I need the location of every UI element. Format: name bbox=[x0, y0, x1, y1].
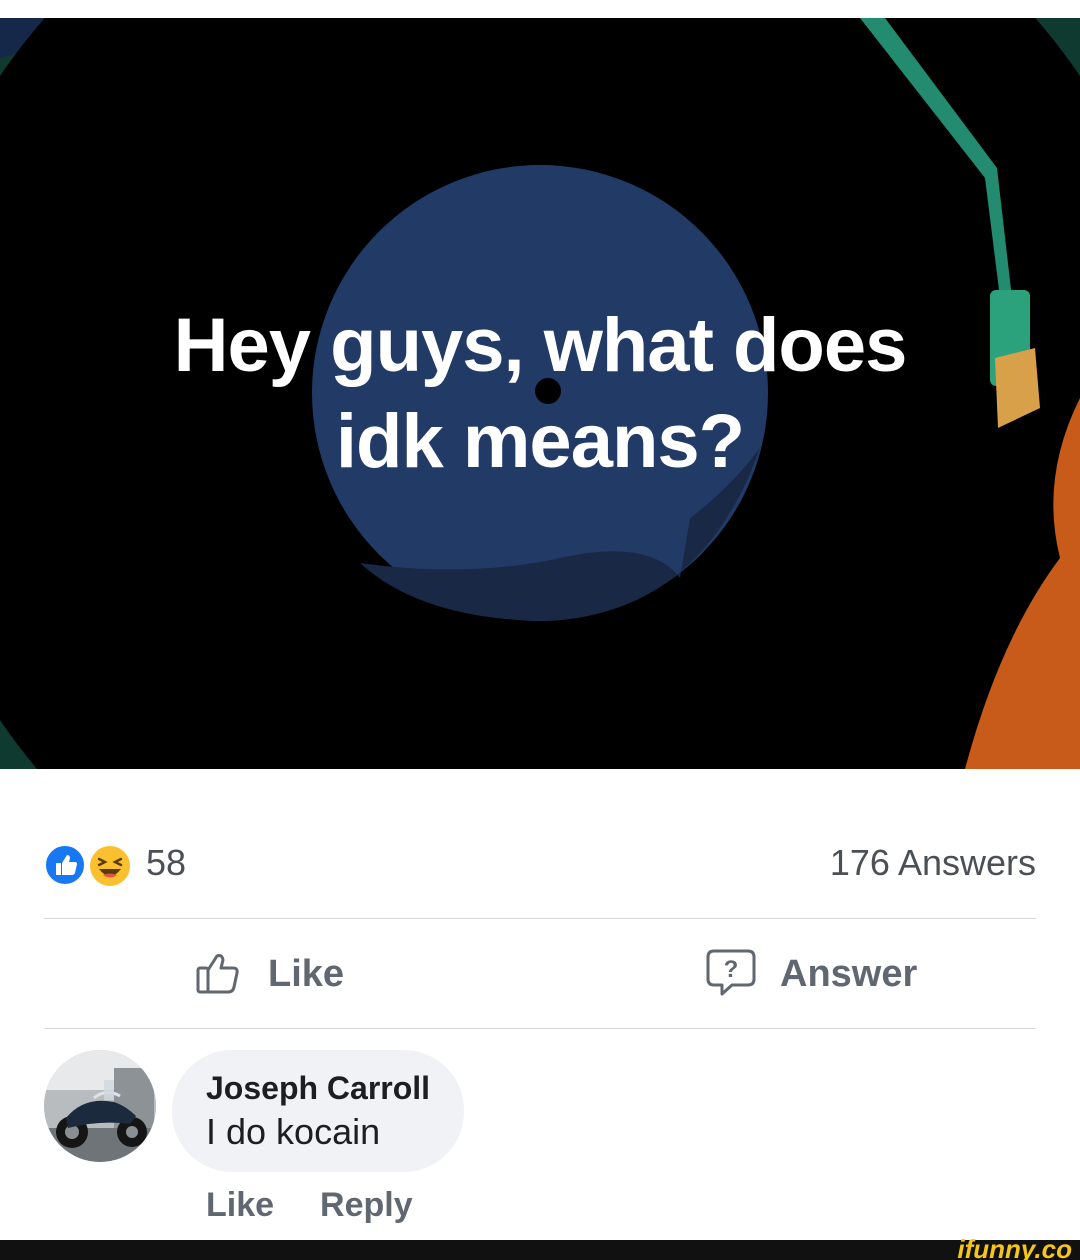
stats-row: 58 176 Answers bbox=[44, 836, 1036, 896]
svg-text:?: ? bbox=[724, 956, 739, 983]
answer-button[interactable]: ? Answer bbox=[704, 920, 917, 1028]
question-line-2: idk means? bbox=[335, 399, 745, 484]
haha-icon bbox=[88, 844, 132, 888]
divider-bottom bbox=[44, 1028, 1036, 1029]
like-label: Like bbox=[268, 952, 345, 995]
answers-count[interactable]: 176 Answers bbox=[830, 842, 1036, 884]
like-button[interactable]: Like bbox=[194, 920, 344, 1028]
comment-reply-button[interactable]: Reply bbox=[320, 1186, 413, 1225]
question-card[interactable]: Hey guys, what does idk means? bbox=[0, 18, 1080, 769]
comment-author[interactable]: Joseph Carroll bbox=[206, 1070, 430, 1107]
thumbs-up-icon bbox=[194, 946, 246, 1003]
comment-like-button[interactable]: Like bbox=[206, 1186, 274, 1225]
comment: Joseph Carroll I do kocain Like Reply bbox=[44, 1050, 1036, 1240]
question-text: Hey guys, what does idk means? bbox=[40, 298, 1040, 490]
action-row: Like ? Answer bbox=[44, 920, 1036, 1028]
comment-bubble[interactable]: Joseph Carroll I do kocain bbox=[172, 1050, 465, 1172]
reactions-summary[interactable] bbox=[44, 844, 136, 892]
like-icon bbox=[44, 844, 86, 886]
reaction-count[interactable]: 58 bbox=[146, 842, 186, 884]
question-line-1: Hey guys, what does bbox=[173, 303, 908, 388]
comment-text: I do kocain bbox=[206, 1111, 381, 1152]
question-bubble-icon: ? bbox=[704, 945, 758, 1004]
avatar[interactable] bbox=[44, 1050, 156, 1162]
top-strip bbox=[0, 0, 1080, 18]
answer-label: Answer bbox=[780, 952, 918, 995]
footer-bar: ifunny.co bbox=[0, 1234, 1080, 1260]
divider-top bbox=[44, 918, 1036, 919]
watermark: ifunny.co bbox=[957, 1234, 1072, 1260]
comment-actions: Like Reply bbox=[206, 1186, 413, 1225]
